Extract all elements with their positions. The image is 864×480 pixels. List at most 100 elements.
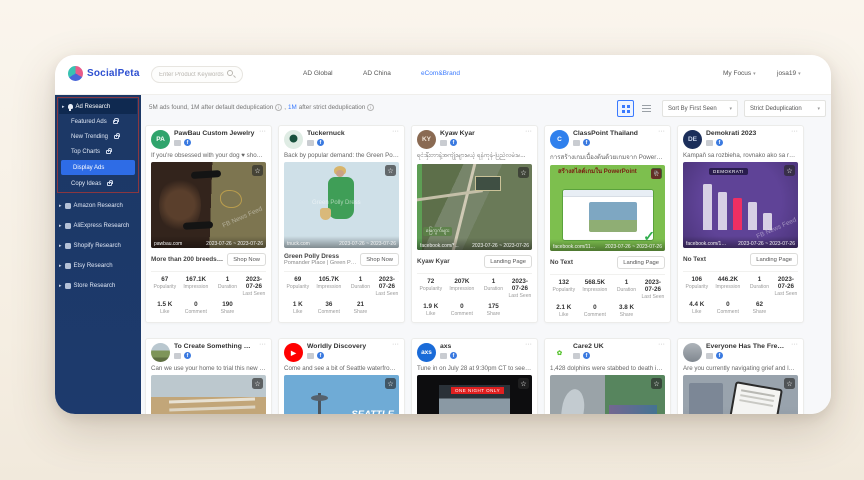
- tablet-shape: [729, 381, 783, 414]
- advertiser-name[interactable]: Care2 UK: [573, 343, 654, 350]
- more-menu-icon[interactable]: ···: [658, 130, 665, 134]
- advertiser-name[interactable]: Kyaw Kyar: [440, 130, 521, 137]
- cta-button[interactable]: Landing Page: [617, 256, 665, 269]
- advertiser-avatar[interactable]: [284, 130, 303, 149]
- advertiser-avatar[interactable]: C: [550, 130, 569, 149]
- stat-label: Last Seen: [774, 291, 798, 297]
- ad-card[interactable]: KY Kyaw Kyar f ··· ရင်းနှီးတာနဲ့အကျိုးမျ…: [411, 125, 538, 323]
- more-menu-icon[interactable]: ···: [791, 130, 798, 134]
- advertiser-name[interactable]: Demokrati 2023: [706, 130, 787, 137]
- sidebar-item-amazon-research[interactable]: ▸ Amazon Research: [55, 198, 141, 214]
- favorite-star-icon[interactable]: ☆: [385, 165, 396, 176]
- ad-description: Come and see a bit of Seattle waterfront…: [284, 365, 399, 372]
- sort-by-select[interactable]: Sort By First Seen ▾: [662, 100, 738, 117]
- advertiser-avatar[interactable]: axs: [417, 343, 436, 362]
- ad-creative-image[interactable]: ☆: [550, 375, 665, 414]
- favorite-star-icon[interactable]: ☆: [252, 165, 263, 176]
- more-menu-icon[interactable]: ···: [791, 343, 798, 347]
- advertiser-name[interactable]: Tuckernuck: [307, 130, 388, 137]
- cta-button[interactable]: Landing Page: [750, 253, 798, 266]
- more-menu-icon[interactable]: ···: [658, 343, 665, 347]
- ad-card[interactable]: axs axs f ··· Tune in on July 28 at 9:30…: [411, 338, 538, 414]
- favorite-star-icon[interactable]: ☆: [252, 378, 263, 389]
- more-menu-icon[interactable]: ···: [392, 343, 399, 347]
- my-focus-label: My Focus: [723, 70, 751, 77]
- facebook-icon: f: [317, 352, 324, 359]
- cta-button[interactable]: Shop Now: [360, 253, 399, 266]
- advertiser-avatar[interactable]: PA: [151, 130, 170, 149]
- ad-creative-image[interactable]: ☆ ONE NIGHT ONLY: [417, 375, 532, 414]
- stat-label: Comment: [179, 309, 214, 315]
- card-header: DE Demokrati 2023 f ···: [683, 130, 798, 151]
- cta-button[interactable]: Landing Page: [484, 255, 532, 268]
- stat-value: 446.2K: [711, 276, 746, 283]
- ad-card[interactable]: ✿ Care2 UK f ··· 1,428 dolphins were sta…: [544, 338, 671, 414]
- ad-card[interactable]: PA PawBau Custom Jewelry f ··· If you're…: [145, 125, 272, 323]
- favorite-star-icon[interactable]: ☆: [784, 165, 795, 176]
- favorite-star-icon[interactable]: ☆: [385, 378, 396, 389]
- deduplication-select[interactable]: Strict Deduplication ▾: [744, 100, 826, 117]
- more-menu-icon[interactable]: ···: [525, 130, 532, 134]
- sidebar-item-display-ads[interactable]: Display Ads: [61, 160, 135, 175]
- advertiser-avatar[interactable]: [683, 343, 702, 362]
- ad-creative-image[interactable]: ☆: [683, 375, 798, 414]
- sidebar-item-top-charts[interactable]: Top Charts: [59, 144, 137, 159]
- my-focus-menu[interactable]: My Focus ▾: [723, 70, 756, 77]
- ad-domain: tnuck.com: [287, 241, 310, 247]
- sidebar-item-store-research[interactable]: ▸ Store Research: [55, 278, 141, 294]
- ad-creative-image[interactable]: ☆ FB News Feed pawbau.com 2023-07-26 ~ 2…: [151, 162, 266, 248]
- tab-ecom-brand[interactable]: eCom&Brand: [421, 70, 460, 77]
- ad-creative-image[interactable]: ☆ สร้างสไลด์เกมใน PowerPoint P ✓ faceboo…: [550, 165, 665, 251]
- advertiser-avatar[interactable]: DE: [683, 130, 702, 149]
- ad-creative-image[interactable]: ☆ Green Polly Dress tnuck.com 2023-07-26…: [284, 162, 399, 248]
- sidebar-item-ad-research[interactable]: ▸ Ad Research: [59, 99, 137, 114]
- sidebar-item-new-trending[interactable]: New Trending: [59, 129, 137, 144]
- ad-card[interactable]: Everyone Has The Freedom To... f ··· Are…: [677, 338, 804, 414]
- advertiser-name[interactable]: Worldly Discovery: [307, 343, 388, 350]
- favorite-star-icon[interactable]: ☆: [784, 378, 795, 389]
- favorite-star-icon[interactable]: ☆: [518, 167, 529, 178]
- favorite-star-icon[interactable]: ☆: [651, 378, 662, 389]
- sidebar-item-copy-ideas[interactable]: Copy Ideas: [59, 176, 137, 191]
- more-menu-icon[interactable]: ···: [259, 343, 266, 347]
- search-icon[interactable]: [227, 70, 233, 76]
- more-menu-icon[interactable]: ···: [259, 130, 266, 134]
- favorite-star-icon[interactable]: ☆: [518, 378, 529, 389]
- advertiser-name[interactable]: ClassPoint Thailand: [573, 130, 654, 137]
- info-icon[interactable]: i: [275, 104, 282, 111]
- sidebar-item-shopify-research[interactable]: ▸ Shopify Research: [55, 238, 141, 254]
- youtube-avatar[interactable]: ▶: [284, 343, 303, 362]
- grid-view-button[interactable]: [617, 100, 634, 117]
- more-menu-icon[interactable]: ···: [525, 343, 532, 347]
- ad-card[interactable]: DE Demokrati 2023 f ··· Kampaň sa rozbie…: [677, 125, 804, 323]
- logo[interactable]: SocialPeta: [68, 66, 140, 81]
- cta-button[interactable]: Shop Now: [227, 253, 266, 266]
- sidebar-item-etsy-research[interactable]: ▸ Etsy Research: [55, 258, 141, 274]
- ad-creative-image[interactable]: ☆: [151, 375, 266, 414]
- list-view-button[interactable]: [638, 100, 655, 117]
- advertiser-avatar[interactable]: KY: [417, 130, 436, 149]
- stat-label: Like: [550, 312, 578, 318]
- ad-creative-image[interactable]: ☆ မြေကွက်များ facebook.com/*... 2023-07-…: [417, 164, 532, 250]
- tab-ad-global[interactable]: AD Global: [303, 70, 333, 77]
- ad-card[interactable]: Tuckernuck f ··· Back by popular demand:…: [278, 125, 405, 323]
- advertiser-avatar[interactable]: [151, 343, 170, 362]
- advertiser-name[interactable]: To Create Something Exceptio...: [174, 343, 255, 350]
- butterfly-avatar[interactable]: ✿: [550, 343, 569, 362]
- ad-creative-image[interactable]: ☆ DEMOKRATI FB News Feed facebook.com/10…: [683, 162, 798, 248]
- sidebar-item-featured-ads[interactable]: Featured Ads: [59, 114, 137, 129]
- advertiser-name[interactable]: PawBau Custom Jewelry: [174, 130, 255, 137]
- ad-card[interactable]: ▶ Worldly Discovery f ··· Come and see a…: [278, 338, 405, 414]
- tab-ad-china[interactable]: AD China: [363, 70, 391, 77]
- ad-card[interactable]: To Create Something Exceptio... f ··· Ca…: [145, 338, 272, 414]
- sidebar-item-aliexpress-research[interactable]: ▸ AliExpress Research: [55, 218, 141, 234]
- user-menu[interactable]: josa19 ▾: [777, 70, 801, 77]
- stat-label: Comment: [578, 312, 613, 318]
- advertiser-name[interactable]: Everyone Has The Freedom To...: [706, 343, 787, 350]
- favorite-star-icon[interactable]: ☆: [651, 168, 662, 179]
- more-menu-icon[interactable]: ···: [392, 130, 399, 134]
- advertiser-name[interactable]: axs: [440, 343, 521, 350]
- ad-creative-image[interactable]: ☆ SEATTLE WASHINGTON: [284, 375, 399, 414]
- ad-card[interactable]: C ClassPoint Thailand f ··· การสร้างเกมเ…: [544, 125, 671, 323]
- info-icon[interactable]: i: [367, 104, 374, 111]
